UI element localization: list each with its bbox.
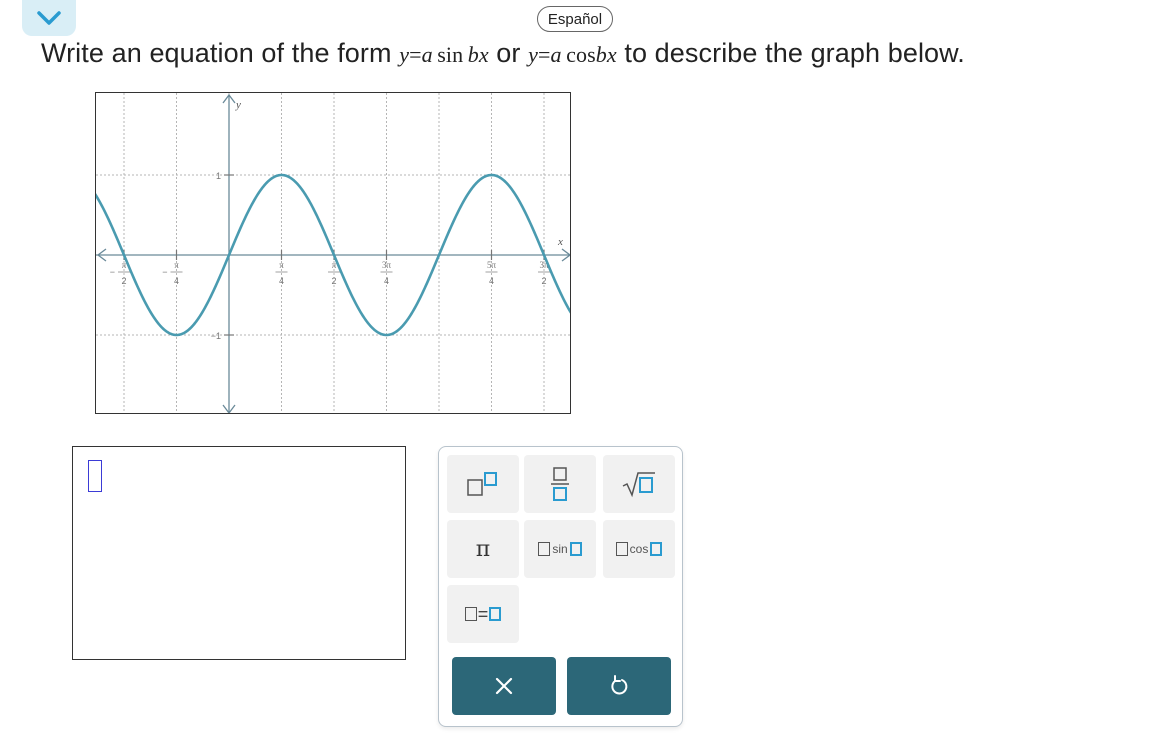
- x-tick-denominator: 2: [331, 276, 336, 286]
- collapse-button[interactable]: [22, 0, 76, 36]
- x-tick-denominator: 2: [541, 276, 546, 286]
- cosine-key[interactable]: cos: [603, 520, 675, 578]
- x-axis-label: x: [557, 236, 563, 248]
- pi-key[interactable]: π: [447, 520, 519, 578]
- language-toggle-button[interactable]: Español: [537, 6, 613, 32]
- x-tick-denominator: 4: [489, 276, 494, 286]
- chevron-down-icon: [37, 11, 61, 25]
- cos-label: cos: [629, 542, 649, 556]
- graph-panel: y x 1 −1 π 2− π 4− π 4 π 2 3π 4 5π 4 3π 2: [95, 92, 571, 414]
- pi-symbol: π: [475, 536, 491, 562]
- argument-box-active: [569, 542, 582, 556]
- rhs-box: [489, 607, 502, 621]
- x-tick-numerator: π: [279, 260, 284, 270]
- lhs-box: [464, 607, 477, 621]
- sine-key[interactable]: sin: [524, 520, 596, 578]
- x-tick-numerator: π: [174, 260, 179, 270]
- x-tick-numerator: 3π: [382, 260, 392, 270]
- square-root-key[interactable]: [603, 455, 675, 513]
- x-tick-denominator: 4: [174, 276, 179, 286]
- y-tick-label: −1: [211, 331, 221, 341]
- question-connector: or: [496, 38, 521, 68]
- clear-button[interactable]: [452, 657, 556, 715]
- equals-key[interactable]: =: [447, 585, 519, 643]
- math-palette: π sin cos =: [438, 446, 683, 727]
- sin-label: sin: [552, 542, 568, 556]
- equals-symbol: =: [477, 603, 489, 624]
- sine-graph: yx1−1π2−π4−π4π23π45π43π2: [96, 93, 570, 413]
- argument-box: [615, 542, 628, 556]
- question-suffix: to describe the graph below.: [624, 38, 965, 68]
- x-tick-denominator: 4: [279, 276, 284, 286]
- x-tick-denominator: 2: [121, 276, 126, 286]
- fraction-key[interactable]: [524, 455, 596, 513]
- x-tick-sign: −: [110, 267, 115, 277]
- superscript-key[interactable]: [447, 455, 519, 513]
- argument-box: [538, 542, 551, 556]
- argument-box-active: [650, 542, 663, 556]
- form-sine: y=a sin bx: [399, 42, 489, 67]
- undo-button[interactable]: [567, 657, 671, 715]
- y-axis-label: y: [235, 99, 241, 111]
- y-tick-label: 1: [216, 171, 221, 181]
- question-prompt: Write an equation of the form y=a sin bx…: [41, 38, 965, 69]
- input-placeholder-box: [88, 460, 102, 492]
- close-icon: [495, 677, 513, 695]
- x-tick-denominator: 4: [384, 276, 389, 286]
- superscript-icon: [467, 472, 497, 496]
- fraction-icon: [551, 467, 569, 501]
- undo-icon: [611, 675, 628, 695]
- x-tick-label: π 4−: [162, 260, 183, 286]
- square-root-icon: [622, 472, 655, 498]
- question-prefix: Write an equation of the form: [41, 38, 392, 68]
- form-cosine: y=a cosbx: [528, 42, 617, 67]
- answer-input[interactable]: [72, 446, 406, 660]
- x-tick-sign: −: [162, 267, 167, 277]
- x-tick-numerator: 5π: [487, 260, 497, 270]
